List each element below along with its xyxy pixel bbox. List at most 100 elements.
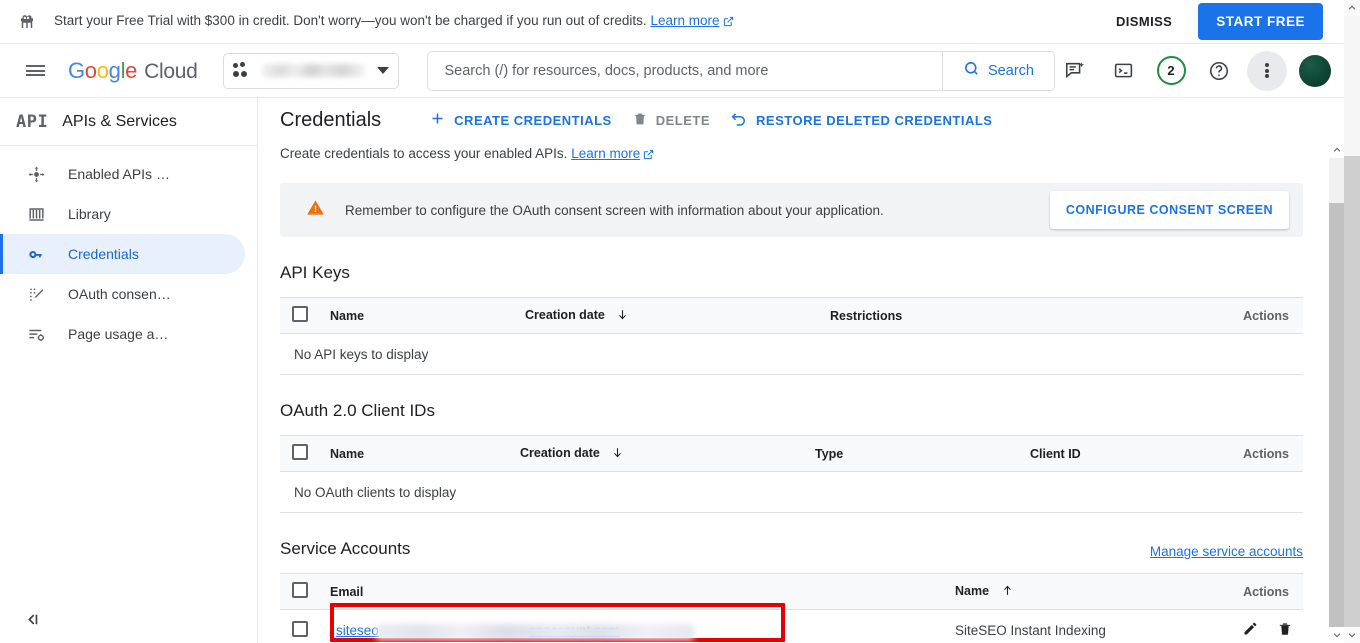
page-usage-icon bbox=[26, 324, 46, 344]
column-actions: Actions bbox=[1213, 573, 1303, 610]
subtitle-learn-more-link[interactable]: Learn more bbox=[571, 146, 654, 161]
global-search: Search bbox=[427, 50, 1055, 91]
sidebar-item-label: Credentials bbox=[68, 246, 139, 262]
content-toolbar: Credentials CREATE CREDENTIALS DELETE RE… bbox=[258, 98, 1345, 142]
gift-icon bbox=[14, 13, 40, 31]
nav-list: Enabled APIs … Library Credentials OAuth… bbox=[0, 146, 257, 354]
sidebar-item-credentials[interactable]: Credentials bbox=[0, 234, 245, 274]
sidebar-item-library[interactable]: Library bbox=[0, 194, 245, 234]
content-scrollbar[interactable] bbox=[1329, 142, 1345, 643]
service-accounts-table: Email Name Actions siteseo SiteSEO Insta… bbox=[280, 573, 1303, 643]
notice-text: Remember to configure the OAuth consent … bbox=[345, 202, 884, 218]
collapse-sidebar-icon[interactable] bbox=[14, 601, 50, 637]
api-keys-table: Name Creation date Restrictions Actions bbox=[280, 297, 1303, 375]
create-credentials-label: CREATE CREDENTIALS bbox=[454, 112, 612, 128]
notifications-button[interactable]: 2 bbox=[1151, 51, 1191, 91]
column-type[interactable]: Type bbox=[807, 435, 1022, 472]
sidebar-item-label: Page usage a… bbox=[68, 326, 169, 342]
empty-message: No API keys to display bbox=[280, 333, 1303, 375]
three-dot-menu-icon[interactable] bbox=[1247, 50, 1287, 91]
sidebar-item-page-usage[interactable]: Page usage a… bbox=[0, 314, 245, 354]
column-restrictions[interactable]: Restrictions bbox=[822, 297, 1213, 334]
restore-deleted-credentials-button[interactable]: RESTORE DELETED CREDENTIALS bbox=[720, 102, 1002, 139]
user-avatar[interactable] bbox=[1299, 54, 1331, 87]
hamburger-menu-icon[interactable] bbox=[18, 52, 54, 90]
google-cloud-console: Start your Free Trial with $300 in credi… bbox=[0, 0, 1360, 643]
nav-title: APIs & Services bbox=[62, 112, 177, 130]
promo-message: Start your Free Trial with $300 in credi… bbox=[54, 13, 647, 28]
table-header-row: Email Name Actions bbox=[280, 573, 1303, 610]
sidebar-item-label: Library bbox=[68, 206, 111, 222]
browser-scrollbar[interactable] bbox=[1344, 0, 1360, 643]
sidebar-item-enabled-apis[interactable]: Enabled APIs … bbox=[0, 154, 245, 194]
column-actions: Actions bbox=[1213, 435, 1303, 472]
dismiss-button[interactable]: DISMISS bbox=[1110, 6, 1178, 37]
table-row: siteseo.................................… bbox=[280, 603, 1303, 643]
manage-service-accounts-link[interactable]: Manage service accounts bbox=[1150, 544, 1303, 559]
sidebar-item-oauth-consent[interactable]: OAuth consen… bbox=[0, 274, 245, 314]
scroll-down-arrow-icon[interactable] bbox=[1344, 627, 1360, 643]
sort-descending-icon bbox=[611, 446, 624, 462]
page-subtitle: Create credentials to access your enable… bbox=[280, 142, 1325, 163]
section-header: Service Accounts Manage service accounts bbox=[280, 539, 1303, 559]
restore-undo-icon bbox=[730, 110, 748, 131]
create-credentials-button[interactable]: CREATE CREDENTIALS bbox=[419, 102, 622, 138]
column-email[interactable]: Email bbox=[322, 573, 947, 610]
scroll-down-arrow-icon[interactable] bbox=[1329, 627, 1345, 643]
service-account-email-link[interactable]: siteseo.................................… bbox=[330, 623, 694, 640]
cloud-shell-terminal-icon[interactable] bbox=[1103, 51, 1143, 91]
select-all-checkbox[interactable] bbox=[292, 582, 308, 598]
nav-header: API APIs & Services bbox=[0, 98, 257, 146]
column-name[interactable]: Name bbox=[322, 435, 512, 472]
scroll-up-arrow-icon[interactable] bbox=[1329, 142, 1345, 158]
gemini-chat-icon[interactable] bbox=[1055, 51, 1095, 91]
column-creation-date[interactable]: Creation date bbox=[517, 297, 822, 334]
scrollbar-track[interactable] bbox=[1344, 16, 1360, 627]
column-client-id[interactable]: Client ID bbox=[1022, 435, 1213, 472]
column-creation-date[interactable]: Creation date bbox=[512, 435, 807, 472]
section-title: Service Accounts bbox=[280, 539, 411, 558]
project-selector[interactable] bbox=[223, 52, 400, 89]
project-name-redacted bbox=[262, 64, 366, 77]
scroll-up-arrow-icon[interactable] bbox=[1344, 0, 1360, 16]
trash-icon bbox=[632, 111, 648, 130]
enabled-apis-icon bbox=[26, 164, 46, 184]
help-question-icon[interactable] bbox=[1199, 51, 1239, 91]
start-free-button[interactable]: START FREE bbox=[1198, 3, 1323, 40]
left-navigation: API APIs & Services Enabled APIs … Libra… bbox=[0, 98, 258, 643]
promo-text: Start your Free Trial with $300 in credi… bbox=[54, 13, 734, 30]
search-input[interactable] bbox=[428, 51, 942, 90]
notifications-badge: 2 bbox=[1156, 56, 1186, 85]
section-header: API Keys bbox=[280, 263, 1303, 283]
top-app-bar: Go o g l e Cloud Search (/) for resource… bbox=[0, 44, 1345, 98]
table-header-row: Name Creation date Type Client ID Action… bbox=[280, 435, 1303, 472]
service-account-email-cell: siteseo.................................… bbox=[322, 603, 947, 643]
plus-icon bbox=[429, 110, 446, 130]
select-all-header bbox=[280, 435, 322, 472]
search-button-label: Search bbox=[988, 62, 1034, 79]
api-logo-icon: API bbox=[16, 111, 49, 132]
scrollbar-thumb[interactable] bbox=[1329, 158, 1345, 203]
pencil-edit-icon[interactable] bbox=[1242, 620, 1259, 640]
search-button[interactable]: Search bbox=[942, 51, 1054, 90]
column-name[interactable]: Name bbox=[947, 573, 1213, 610]
select-all-checkbox[interactable] bbox=[292, 306, 308, 322]
select-all-header bbox=[280, 297, 322, 334]
service-account-name: SiteSEO Instant Indexing bbox=[947, 609, 1213, 643]
section-service-accounts: Service Accounts Manage service accounts… bbox=[280, 539, 1303, 643]
appbar-icon-group: 2 bbox=[1055, 50, 1335, 91]
google-cloud-logo[interactable]: Go o g l e Cloud bbox=[68, 58, 198, 84]
row-checkbox[interactable] bbox=[292, 620, 308, 637]
promo-learn-more-link[interactable]: Learn more bbox=[650, 13, 733, 28]
table-header-row: Name Creation date Restrictions Actions bbox=[280, 297, 1303, 334]
configure-consent-screen-button[interactable]: CONFIGURE CONSENT SCREEN bbox=[1049, 191, 1289, 229]
sidebar-item-label: OAuth consen… bbox=[68, 286, 171, 302]
scrollbar-thumb[interactable] bbox=[1344, 16, 1360, 156]
scrollbar-track[interactable] bbox=[1329, 158, 1345, 627]
sidebar-item-label: Enabled APIs … bbox=[68, 166, 170, 182]
select-all-checkbox[interactable] bbox=[292, 444, 308, 460]
column-name[interactable]: Name bbox=[322, 297, 517, 334]
content-scroll-area[interactable]: Create credentials to access your enable… bbox=[258, 142, 1345, 643]
trash-delete-icon[interactable] bbox=[1277, 621, 1293, 640]
sort-ascending-icon bbox=[1001, 584, 1014, 600]
